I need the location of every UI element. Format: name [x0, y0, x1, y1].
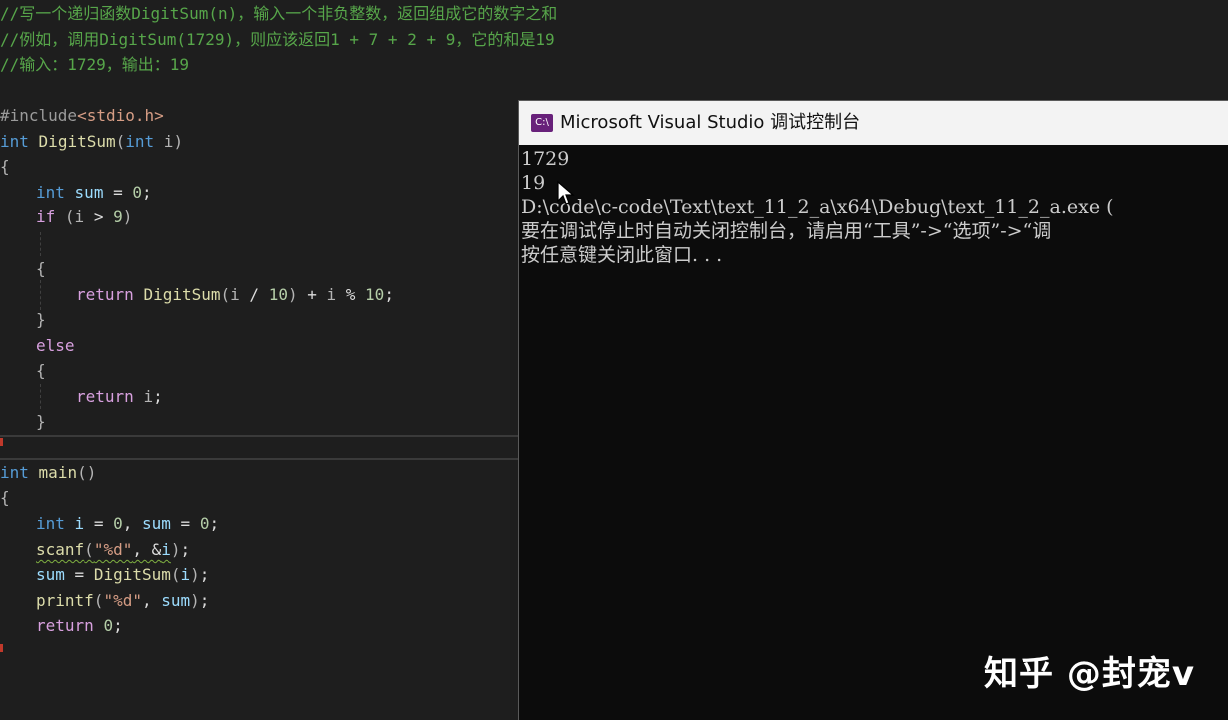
- code-sum-assign: sum = DigitSum(i);: [36, 565, 210, 584]
- code-else-line: else: [36, 336, 75, 355]
- code-return-i: return i;: [76, 387, 163, 406]
- code-main-return: return 0;: [36, 616, 123, 635]
- code-if-close-brace: }: [36, 310, 46, 329]
- code-return-recursive: return DigitSum(i / 10) + i % 10;: [76, 285, 394, 304]
- code-main-signature: int main(): [0, 463, 97, 482]
- code-comment-2: //例如，调用DigitSum(1729)，则应该返回1 + 7 + 2 + 9…: [0, 30, 555, 49]
- debug-console-window[interactable]: C:\ Microsoft Visual Studio 调试控制台 1729 1…: [518, 100, 1228, 720]
- breakpoint-margin-mark: [0, 438, 3, 446]
- console-output-line: 1729: [521, 148, 570, 170]
- code-if-open-brace: {: [36, 259, 46, 278]
- console-title: Microsoft Visual Studio 调试控制台: [560, 112, 861, 133]
- code-sum-decl: int sum = 0;: [36, 183, 152, 202]
- code-else-close-brace: }: [36, 412, 46, 431]
- code-comment-1: //写一个递归函数DigitSum(n)，输入一个非负整数，返回组成它的数字之和: [0, 4, 558, 23]
- code-digitsum-signature: int DigitSum(int i): [0, 132, 184, 151]
- console-output-line: D:\code\c-code\Text\text_11_2_a\x64\Debu…: [521, 196, 1114, 218]
- console-output-line: 按任意键关闭此窗口. . .: [521, 244, 723, 266]
- indent-guide: [40, 280, 41, 310]
- indent-guide: [40, 232, 41, 256]
- breakpoint-margin-mark: [0, 644, 3, 652]
- console-output-line: 要在调试停止时自动关闭控制台，请启用“工具”->“选项”->“调: [521, 220, 1052, 242]
- function-separator: [0, 435, 518, 437]
- watermark-text: 知乎 @封宠v: [984, 654, 1195, 694]
- code-else-open-brace: {: [36, 361, 46, 380]
- console-output-line: 19: [521, 172, 546, 194]
- code-main-decl: int i = 0, sum = 0;: [36, 514, 220, 533]
- mouse-pointer-icon: [557, 180, 575, 205]
- console-titlebar[interactable]: C:\ Microsoft Visual Studio 调试控制台: [519, 101, 1228, 145]
- indent-guide: [40, 384, 41, 409]
- code-include-line: #include<stdio.h>: [0, 106, 164, 125]
- code-if-line: if (i > 9): [36, 207, 133, 226]
- code-open-brace: {: [0, 157, 10, 176]
- code-printf-line: printf("%d", sum);: [36, 591, 210, 610]
- code-comment-3: //输入：1729，输出：19: [0, 55, 190, 74]
- code-scanf-line: scanf("%d", &i);: [36, 540, 191, 559]
- console-app-icon: C:\: [531, 114, 553, 132]
- code-main-open-brace: {: [0, 488, 10, 507]
